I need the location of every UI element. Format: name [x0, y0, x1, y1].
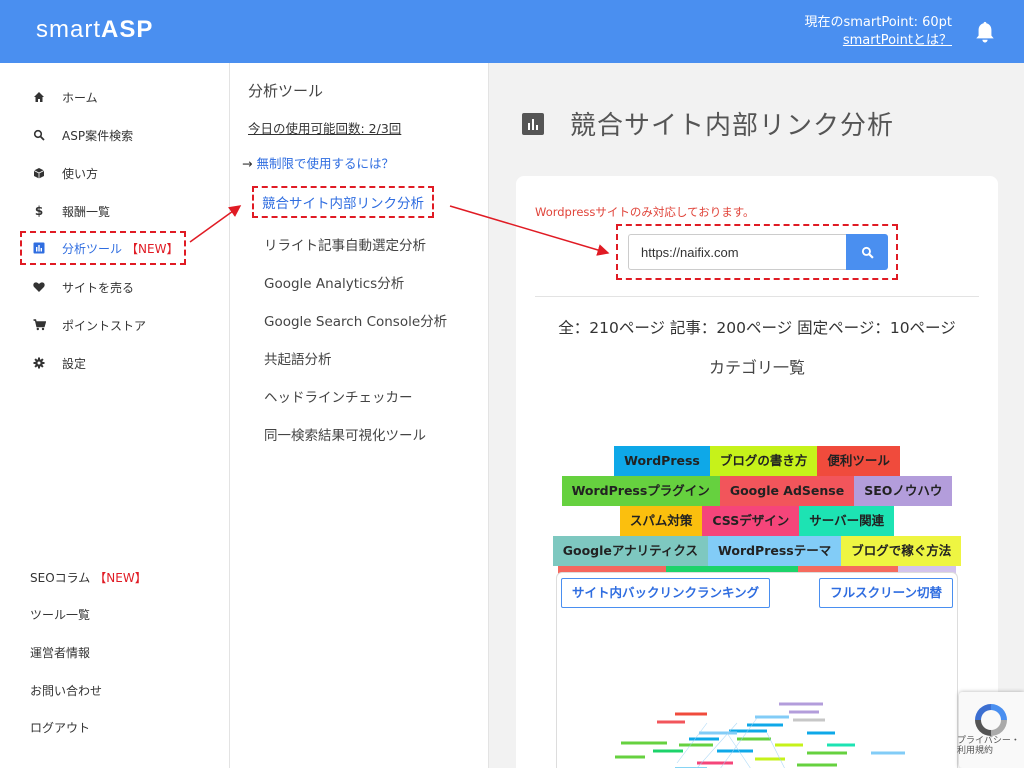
sidebar-link-tool-list[interactable]: ツール一覧 — [30, 606, 90, 623]
chart-icon — [522, 112, 544, 135]
divider — [535, 296, 979, 297]
bell-icon[interactable] — [974, 20, 996, 44]
link-graph-canvas — [615, 702, 905, 768]
arrow-text: → — [242, 156, 253, 171]
sidebar-item-point-store[interactable]: ポイントストア — [22, 311, 146, 339]
category-tag-row: WordPress ブログの書き方 便利ツール — [516, 446, 998, 476]
tool-cooccurrence[interactable]: 共起語分析 — [264, 348, 332, 368]
sidebar-item-home[interactable]: ホーム — [22, 83, 98, 111]
new-badge: 【NEW】 — [126, 241, 179, 256]
smartpoint-balance: 現在のsmartPoint: 60pt — [804, 15, 952, 30]
category-tag[interactable]: スパム対策 — [619, 506, 703, 536]
category-tag[interactable]: CSSデザイン — [702, 506, 800, 536]
tool-rewrite-selection[interactable]: リライト記事自動選定分析 — [264, 234, 426, 254]
sidebar-item-label: ポイントストア — [62, 318, 147, 333]
logo[interactable]: smartASP — [36, 16, 153, 44]
category-tag[interactable]: サーバー関連 — [799, 506, 895, 536]
sidebar-item-label: 設定 — [62, 356, 87, 371]
category-tag-row: スパム対策 CSSデザイン サーバー関連 — [516, 506, 998, 536]
recaptcha-terms[interactable]: 利用規約 — [957, 746, 1020, 756]
url-search-form — [616, 224, 898, 280]
sidebar-item-analysis-tools[interactable]: 分析ツール 【NEW】 — [20, 231, 187, 265]
top-header: smartASP 現在のsmartPoint: 60pt smartPointと… — [0, 0, 1024, 63]
sidebar-bottom-label: SEOコラム — [30, 571, 91, 585]
new-badge: 【NEW】 — [94, 571, 147, 585]
category-tag[interactable]: ブログの書き方 — [709, 446, 818, 476]
category-tag[interactable]: Google AdSense — [719, 476, 855, 506]
sidebar-item-howto[interactable]: 使い方 — [22, 159, 98, 187]
page-title: 競合サイト内部リンク分析 — [522, 105, 894, 142]
sidebar-link-operator-info[interactable]: 運営者情報 — [30, 644, 90, 661]
recaptcha-text: プライバシー・ 利用規約 — [957, 736, 1020, 756]
sidebar-item-label: ホーム — [62, 90, 98, 105]
home-icon — [32, 90, 46, 104]
sidebar-item-label: 使い方 — [62, 166, 99, 181]
recaptcha-icon — [975, 704, 1007, 736]
unlimited-link[interactable]: → 無制限で使用するには？ — [242, 153, 394, 172]
smartpoint-help-link[interactable]: smartPointとは？ — [804, 32, 952, 50]
category-tag[interactable]: 便利ツール — [817, 446, 900, 476]
tool-search-console[interactable]: Google Search Console分析 — [264, 310, 447, 330]
sidebar-item-rewards[interactable]: $ 報酬一覧 — [22, 197, 110, 225]
main-content: 競合サイト内部リンク分析 Wordpressサイトのみ対応しております。 全：2… — [490, 63, 1024, 768]
search-icon — [32, 128, 46, 142]
sidebar-item-label: サイトを売る — [62, 280, 135, 295]
tools-title: 分析ツール — [248, 82, 324, 100]
category-tag[interactable]: WordPress — [614, 446, 710, 476]
tool-serp-visualizer[interactable]: 同一検索結果可視化ツール — [264, 424, 426, 444]
heart-icon — [32, 280, 46, 294]
search-button[interactable] — [846, 234, 888, 270]
sidebar-item-asp-search[interactable]: ASP案件検索 — [22, 121, 133, 149]
sidebar-item-settings[interactable]: 設定 — [22, 349, 86, 377]
tools-sidebar: 分析ツール 今日の使用可能回数: 2/3回 → 無制限で使用するには？ 競合サイ… — [230, 63, 489, 768]
tool-google-analytics[interactable]: Google Analytics分析 — [264, 272, 404, 292]
recaptcha-privacy[interactable]: プライバシー・ — [957, 736, 1020, 746]
recaptcha-badge[interactable]: プライバシー・ 利用規約 — [957, 692, 1024, 768]
tool-headline-checker[interactable]: ヘッドラインチェッカー — [264, 386, 413, 406]
sidebar-item-label: 分析ツール — [62, 241, 123, 256]
wordpress-notice: Wordpressサイトのみ対応しております。 — [535, 205, 755, 219]
category-tag[interactable]: WordPressテーマ — [708, 536, 842, 566]
smartpoint-info: 現在のsmartPoint: 60pt smartPointとは？ — [804, 14, 952, 50]
sidebar-item-label: ASP案件検索 — [62, 128, 134, 143]
link-graph[interactable]: サイト内バックリンクランキング フルスクリーン切替 — [556, 572, 958, 768]
sidebar-link-contact[interactable]: お問い合わせ — [30, 682, 102, 699]
category-tag-row: Googleアナリティクス WordPressテーマ ブログで稼ぐ方法 — [516, 536, 998, 566]
category-tag[interactable]: Googleアナリティクス — [552, 536, 709, 566]
sidebar-item-sell-site[interactable]: サイトを売る — [22, 273, 134, 301]
usage-count: 今日の使用可能回数: 2/3回 — [248, 121, 402, 136]
page-title-text: 競合サイト内部リンク分析 — [570, 111, 895, 141]
tool-competitor-internal-link[interactable]: 競合サイト内部リンク分析 — [252, 186, 434, 218]
chart-icon — [32, 241, 46, 255]
main-sidebar: ホーム ASP案件検索 使い方 $ 報酬一覧 分析ツール 【NEW】 サイトを売… — [0, 63, 230, 768]
sidebar-link-logout[interactable]: ログアウト — [30, 719, 90, 736]
category-list-title: カテゴリ一覧 — [708, 358, 805, 377]
category-tag-row: WordPressプラグイン Google AdSense SEOノウハウ — [516, 476, 998, 506]
cart-icon — [32, 318, 46, 332]
analysis-card: Wordpressサイトのみ対応しております。 全：210ページ 記事：200ペ… — [516, 176, 998, 768]
search-icon — [861, 246, 874, 259]
gear-icon — [32, 356, 46, 370]
url-input[interactable] — [628, 234, 846, 270]
dollar-icon: $ — [34, 204, 44, 218]
page-counts: 全：210ページ 記事：200ページ 固定ページ：10ページ — [558, 319, 956, 337]
logo-text-asp: ASP — [101, 16, 154, 43]
sidebar-link-seo-column[interactable]: SEOコラム 【NEW】 — [30, 569, 147, 586]
logo-text-smart: smart — [36, 16, 101, 43]
box-icon — [32, 166, 46, 180]
unlimited-label: 無制限で使用するには？ — [256, 156, 394, 171]
category-tag[interactable]: ブログで稼ぐ方法 — [841, 536, 962, 566]
category-tag[interactable]: WordPressプラグイン — [561, 476, 720, 506]
sidebar-item-label: 報酬一覧 — [62, 204, 111, 219]
category-tag[interactable]: SEOノウハウ — [854, 476, 953, 506]
